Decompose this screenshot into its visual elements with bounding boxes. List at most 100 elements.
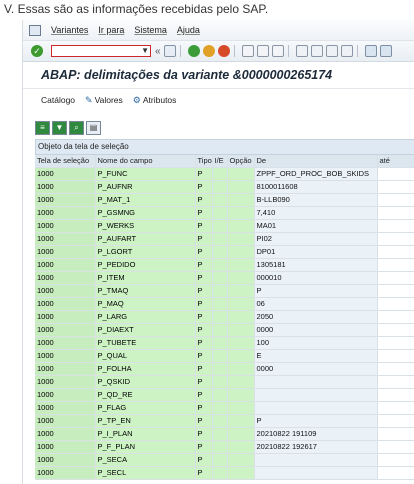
cell-de[interactable]: 06 — [254, 297, 378, 311]
table-row[interactable]: 1000 P_MAQ P 06 — [35, 297, 414, 311]
chevron-down-icon[interactable]: ▼ — [141, 46, 149, 55]
cell-de[interactable]: MA01 — [254, 219, 378, 233]
col-header-opcao[interactable]: Opção — [227, 155, 255, 168]
cell-de[interactable]: 000010 — [254, 271, 378, 285]
system-menu-icon[interactable] — [29, 24, 41, 36]
cell-de[interactable] — [254, 388, 378, 402]
table-row[interactable]: 1000 P_QUAL P E — [35, 349, 414, 363]
table-row[interactable]: 1000 P_QSKID P — [35, 375, 414, 389]
cell-ate[interactable] — [377, 219, 414, 233]
prev-page-icon[interactable] — [310, 45, 323, 57]
cell-ate[interactable] — [377, 362, 414, 376]
table-row[interactable]: 1000 P_AUFART P PI02 — [35, 232, 414, 246]
cell-de[interactable]: P — [254, 414, 378, 428]
save-icon[interactable] — [163, 45, 176, 57]
table-row[interactable]: 1000 P_GSMNG P 7,410 — [35, 206, 414, 220]
table-row[interactable]: 1000 P_TMAQ P P — [35, 284, 414, 298]
cell-de[interactable]: DP01 — [254, 245, 378, 259]
cell-ate[interactable] — [377, 297, 414, 311]
new-session-icon[interactable] — [364, 45, 377, 57]
cell-ate[interactable] — [377, 323, 414, 337]
cell-de[interactable]: 8100011608 — [254, 180, 378, 194]
table-row[interactable]: 1000 P_LGORT P DP01 — [35, 245, 414, 259]
values-button[interactable]: ✎ Valores — [85, 95, 123, 106]
find-next-icon[interactable] — [271, 45, 284, 57]
cell-ate[interactable] — [377, 440, 414, 454]
table-row[interactable]: 1000 P_LARG P 2050 — [35, 310, 414, 324]
filter-icon[interactable]: ▼ — [52, 121, 67, 135]
cell-ate[interactable] — [377, 284, 414, 298]
first-page-icon[interactable] — [295, 45, 308, 57]
cell-ate[interactable] — [377, 271, 414, 285]
cell-ate[interactable] — [377, 167, 414, 181]
col-header-tipo[interactable]: Tipo — [195, 155, 213, 168]
cell-de[interactable]: 0000 — [254, 323, 378, 337]
next-page-icon[interactable] — [325, 45, 338, 57]
col-header-ate[interactable]: até — [377, 155, 414, 168]
exit-icon[interactable] — [202, 45, 215, 57]
cell-ate[interactable] — [377, 414, 414, 428]
cell-ate[interactable] — [377, 206, 414, 220]
cell-de[interactable] — [254, 466, 378, 480]
col-header-tela[interactable]: Tela de seleção — [35, 155, 96, 168]
table-row[interactable]: 1000 P_FUNC P ZPPF_ORD_PROC_BOB_SKIDS — [35, 167, 414, 181]
cell-de[interactable]: P — [254, 284, 378, 298]
cell-ate[interactable] — [377, 310, 414, 324]
back-icon[interactable] — [187, 45, 200, 57]
table-row[interactable]: 1000 P_F_PLAN P 20210822 192617 — [35, 440, 414, 454]
cell-ate[interactable] — [377, 375, 414, 389]
menu-variantes[interactable]: Variantes — [51, 25, 88, 35]
table-row[interactable]: 1000 P_I_PLAN P 20210822 191109 — [35, 427, 414, 441]
cell-ate[interactable] — [377, 466, 414, 480]
cell-de[interactable]: 2050 — [254, 310, 378, 324]
table-row[interactable]: 1000 P_MAT_1 P B-LLB090 — [35, 193, 414, 207]
col-header-ie[interactable]: I/E — [212, 155, 228, 168]
table-row[interactable]: 1000 P_AUFNR P 8100011608 — [35, 180, 414, 194]
catalog-button[interactable]: Catálogo — [41, 95, 75, 105]
cell-ate[interactable] — [377, 349, 414, 363]
table-row[interactable]: 1000 P_QD_RE P — [35, 388, 414, 402]
last-page-icon[interactable] — [340, 45, 353, 57]
cell-ate[interactable] — [377, 427, 414, 441]
cell-de[interactable]: PI02 — [254, 232, 378, 246]
table-row[interactable]: 1000 P_PEDIDO P 1305181 — [35, 258, 414, 272]
cell-de[interactable] — [254, 401, 378, 415]
col-header-nome[interactable]: Nome do campo — [95, 155, 196, 168]
cell-de[interactable] — [254, 375, 378, 389]
table-row[interactable]: 1000 P_TP_EN P P — [35, 414, 414, 428]
find-icon[interactable] — [256, 45, 269, 57]
menu-ajuda[interactable]: Ajuda — [177, 25, 200, 35]
cell-de[interactable]: 20210822 191109 — [254, 427, 378, 441]
cell-de[interactable]: B-LLB090 — [254, 193, 378, 207]
attributes-button[interactable]: ⚙ Atributos — [133, 95, 177, 106]
cell-ate[interactable] — [377, 453, 414, 467]
cell-ate[interactable] — [377, 193, 414, 207]
shortcut-icon[interactable] — [379, 45, 392, 57]
table-row[interactable]: 1000 P_FOLHA P 0000 — [35, 362, 414, 376]
cell-ate[interactable] — [377, 258, 414, 272]
table-row[interactable]: 1000 P_SECL P — [35, 466, 414, 480]
sort-ascending-icon[interactable]: ≡ — [35, 121, 50, 135]
command-field[interactable]: ▼ — [51, 45, 151, 57]
cell-ate[interactable] — [377, 401, 414, 415]
cell-de[interactable]: 1305181 — [254, 258, 378, 272]
cell-ate[interactable] — [377, 245, 414, 259]
table-row[interactable]: 1000 P_WERKS P MA01 — [35, 219, 414, 233]
cell-ate[interactable] — [377, 388, 414, 402]
cell-ate[interactable] — [377, 180, 414, 194]
print-icon[interactable] — [241, 45, 254, 57]
cancel-icon[interactable] — [217, 45, 230, 57]
cell-de[interactable]: 100 — [254, 336, 378, 350]
find-rows-icon[interactable]: ⌕ — [69, 121, 84, 135]
table-row[interactable]: 1000 P_DIAEXT P 0000 — [35, 323, 414, 337]
enter-check-icon[interactable]: ✓ — [31, 45, 43, 57]
table-row[interactable]: 1000 P_ITEM P 000010 — [35, 271, 414, 285]
menu-sistema[interactable]: Sistema — [134, 25, 167, 35]
cell-de[interactable]: E — [254, 349, 378, 363]
cell-de[interactable] — [254, 453, 378, 467]
cell-de[interactable]: 7,410 — [254, 206, 378, 220]
cell-ate[interactable] — [377, 336, 414, 350]
table-row[interactable]: 1000 P_SECA P — [35, 453, 414, 467]
cell-ate[interactable] — [377, 232, 414, 246]
table-row[interactable]: 1000 P_FLAG P — [35, 401, 414, 415]
